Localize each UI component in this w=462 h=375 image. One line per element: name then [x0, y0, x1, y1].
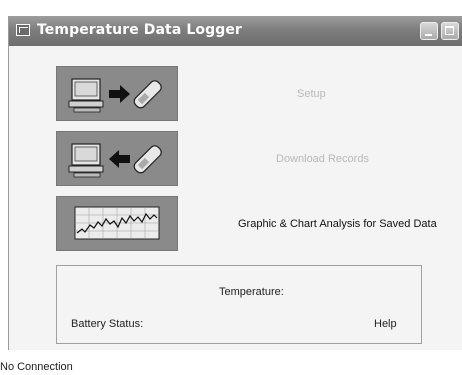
- logger-to-computer-icon: [68, 143, 162, 178]
- minimize-button[interactable]: [420, 22, 438, 40]
- maximize-icon: [445, 26, 454, 35]
- download-records-label: Download Records: [276, 152, 369, 165]
- computer-to-logger-icon: [68, 78, 162, 113]
- chart-graph-icon: [74, 206, 160, 240]
- status-bar: No Connection: [0, 355, 462, 375]
- window-title: Temperature Data Logger: [37, 22, 242, 38]
- app-window: Temperature Data Logger Setup Download R…: [8, 16, 462, 350]
- battery-status-label: Battery Status:: [71, 318, 144, 330]
- temperature-label: Temperature:: [219, 286, 284, 298]
- analysis-row: Graphic & Chart Analysis for Saved Data: [39, 196, 462, 251]
- help-link[interactable]: Help: [374, 318, 397, 330]
- connection-status: No Connection: [0, 361, 73, 373]
- maximize-button[interactable]: [441, 22, 459, 40]
- setup-label: Setup: [297, 87, 326, 100]
- status-panel: Temperature: Battery Status: Help: [56, 265, 422, 344]
- download-records-button[interactable]: [56, 131, 178, 186]
- chart-analysis-button[interactable]: [56, 196, 178, 251]
- setup-row: Setup: [39, 66, 462, 121]
- chart-analysis-label: Graphic & Chart Analysis for Saved Data: [238, 217, 437, 230]
- download-row: Download Records: [39, 131, 462, 186]
- minimize-icon: [425, 34, 432, 36]
- app-window-icon[interactable]: [16, 24, 30, 36]
- title-bar[interactable]: Temperature Data Logger: [9, 16, 462, 46]
- setup-button[interactable]: [56, 66, 178, 121]
